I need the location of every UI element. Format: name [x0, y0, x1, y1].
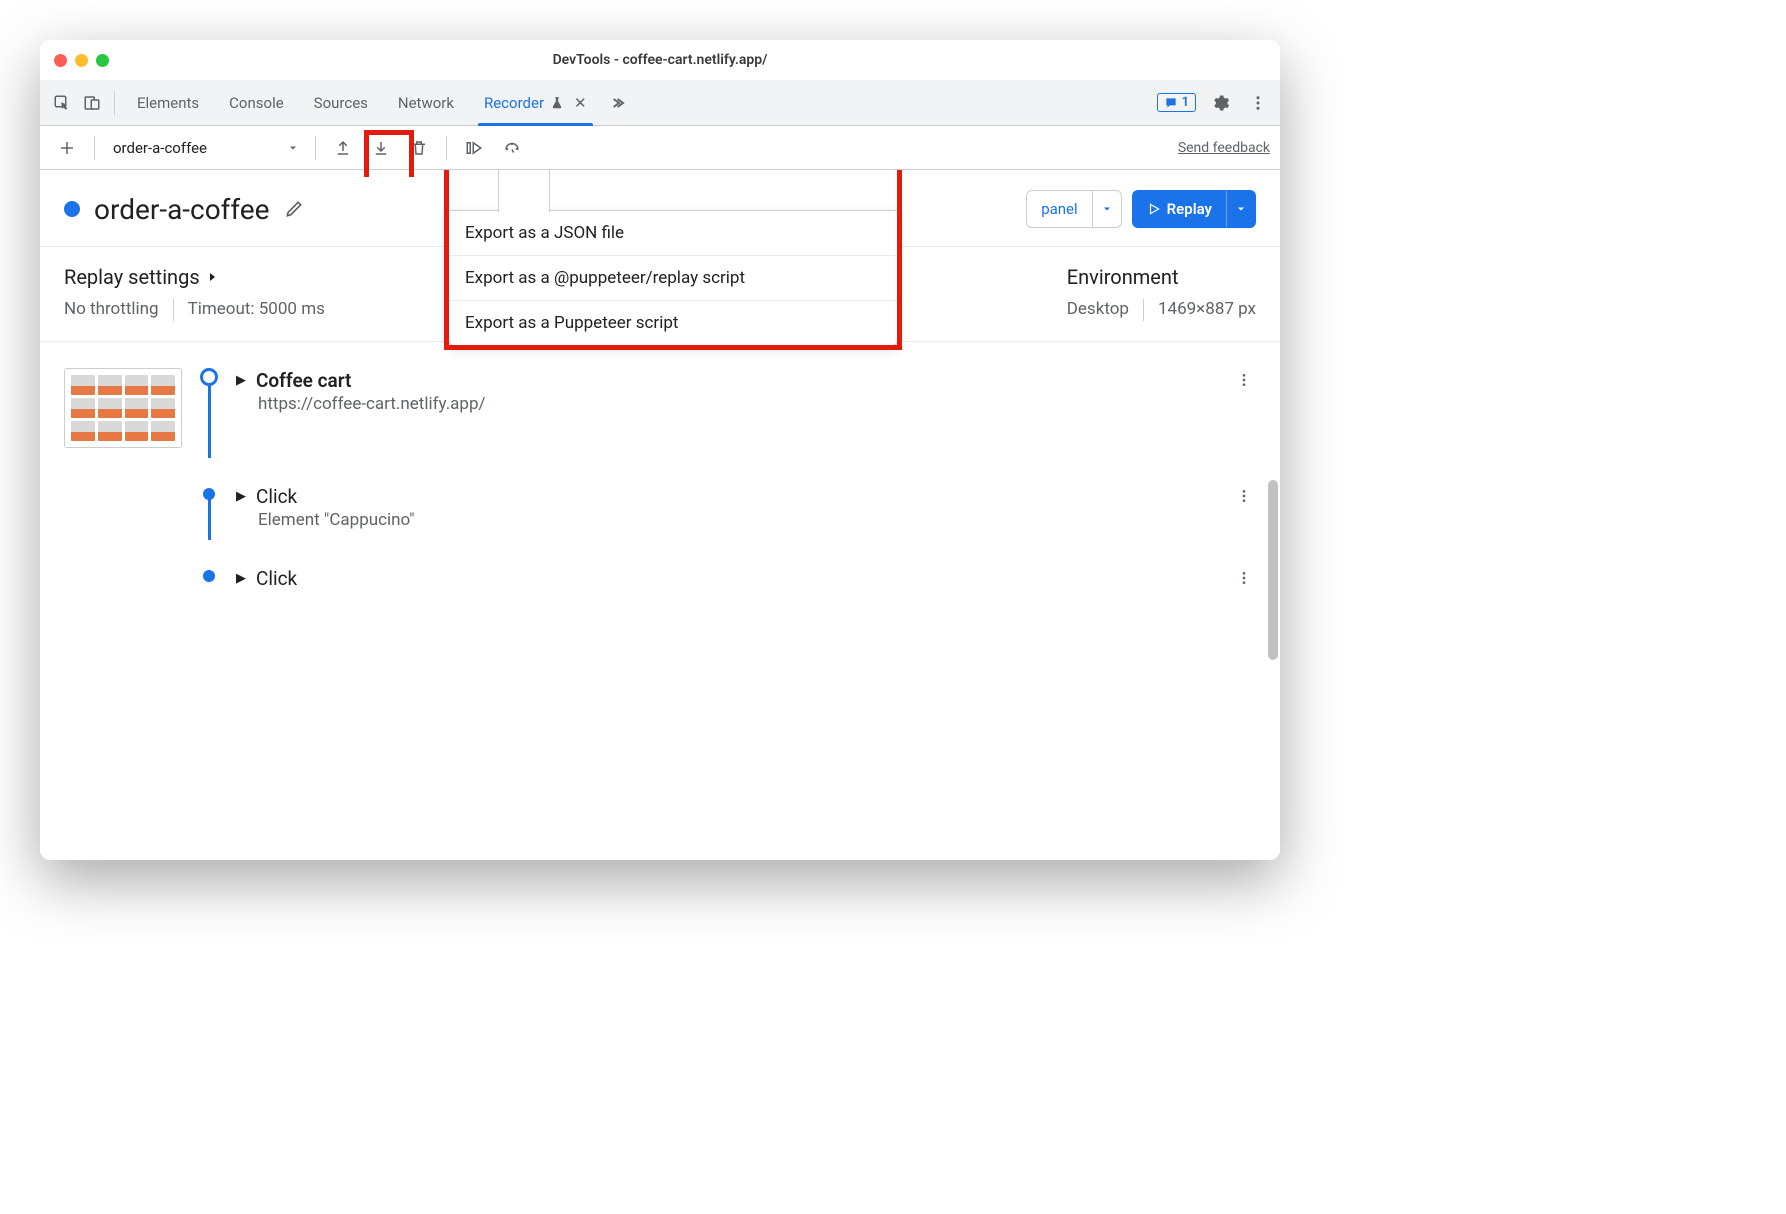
step-subtitle: https://coffee-cart.netlify.app/ — [258, 394, 1256, 414]
divider — [446, 136, 447, 160]
recording-select-value: order-a-coffee — [113, 139, 207, 157]
close-tab-icon[interactable]: ✕ — [574, 94, 587, 112]
play-icon — [1147, 202, 1161, 216]
recorder-toolbar: order-a-coffee Send feedback — [40, 126, 1280, 170]
chevron-right-icon — [206, 271, 218, 283]
timeline — [200, 566, 218, 590]
timeline-marker-icon — [200, 368, 218, 386]
chat-icon — [1164, 96, 1178, 110]
caret-right-icon: ▶ — [236, 571, 246, 586]
issues-count: 1 — [1182, 95, 1189, 110]
replay-settings-section: Replay settings No throttling Timeout: 5… — [64, 265, 325, 321]
inspect-element-icon[interactable] — [48, 89, 76, 117]
step-button[interactable] — [457, 133, 491, 163]
divider — [315, 136, 316, 160]
traffic-lights — [54, 54, 109, 67]
tab-label: Console — [229, 94, 284, 112]
replay-split-button[interactable]: Replay — [1132, 190, 1256, 228]
tab-recorder[interactable]: Recorder ✕ — [470, 80, 601, 126]
step-title: Click — [256, 567, 297, 590]
recording-indicator-icon — [64, 201, 80, 217]
step-row: ▶ Click Element "Cappucino" — [64, 484, 1256, 566]
divider — [173, 299, 174, 321]
device-toolbar-icon[interactable] — [78, 89, 106, 117]
recording-select[interactable]: order-a-coffee — [105, 133, 305, 163]
divider — [114, 91, 115, 115]
tab-label: Network — [398, 94, 454, 112]
close-window-button[interactable] — [54, 54, 67, 67]
step-header[interactable]: ▶ Click — [236, 566, 1256, 590]
panel-split-button[interactable]: panel — [1026, 190, 1121, 228]
more-tabs-icon[interactable] — [603, 89, 631, 117]
recorder-content: order-a-coffee panel Replay — [40, 170, 1280, 860]
scrollbar-thumb[interactable] — [1268, 480, 1278, 660]
step-subtitle: Element "Cappucino" — [258, 510, 1256, 530]
export-dropdown: Export as a JSON file Export as a @puppe… — [448, 210, 898, 346]
menu-item-export-puppeteer[interactable]: Export as a Puppeteer script — [449, 301, 897, 345]
window-title: DevTools - coffee-cart.netlify.app/ — [40, 52, 1280, 68]
replay-settings-heading[interactable]: Replay settings — [64, 265, 325, 289]
timeout-value: Timeout: 5000 ms — [188, 299, 325, 321]
step-menu-button[interactable] — [1232, 566, 1256, 590]
caret-right-icon: ▶ — [236, 489, 246, 504]
step-thumbnail[interactable] — [64, 368, 182, 448]
titlebar: DevTools - coffee-cart.netlify.app/ — [40, 40, 1280, 80]
recording-title: order-a-coffee — [94, 193, 270, 226]
tab-console[interactable]: Console — [215, 80, 298, 126]
panel-button-main[interactable]: panel — [1027, 191, 1091, 227]
chevron-down-icon — [287, 142, 299, 154]
tab-label: Sources — [314, 94, 368, 112]
tab-elements[interactable]: Elements — [123, 80, 213, 126]
menu-item-export-puppeteer-replay[interactable]: Export as a @puppeteer/replay script — [449, 256, 897, 301]
step-header[interactable]: ▶ Click — [236, 484, 1256, 508]
minimize-window-button[interactable] — [75, 54, 88, 67]
menu-item-export-json[interactable]: Export as a JSON file — [449, 211, 897, 256]
timeline — [200, 484, 218, 530]
steps-list: ▶ Coffee cart https://coffee-cart.netlif… — [40, 342, 1280, 860]
kebab-menu-icon[interactable] — [1244, 89, 1272, 117]
tab-sources[interactable]: Sources — [300, 80, 382, 126]
timeline-marker-icon — [203, 488, 215, 500]
tab-label: Recorder — [484, 94, 544, 112]
dimensions-value: 1469×887 px — [1158, 299, 1256, 321]
step-row: ▶ Coffee cart https://coffee-cart.netlif… — [64, 368, 1256, 484]
send-feedback-link[interactable]: Send feedback — [1178, 140, 1270, 156]
new-recording-button[interactable] — [50, 133, 84, 163]
tab-network[interactable]: Network — [384, 80, 468, 126]
settings-icon[interactable] — [1206, 89, 1234, 117]
replay-button-main[interactable]: Replay — [1133, 191, 1226, 227]
environment-section: Environment Desktop 1469×887 px — [1067, 265, 1256, 321]
timeline — [200, 368, 218, 448]
caret-down-icon — [1235, 203, 1247, 215]
divider — [94, 136, 95, 160]
step-header[interactable]: ▶ Coffee cart — [236, 368, 1256, 392]
tab-label: Elements — [137, 94, 199, 112]
step-title: Click — [256, 485, 297, 508]
devtools-window: DevTools - coffee-cart.netlify.app/ Elem… — [40, 40, 1280, 860]
step-menu-button[interactable] — [1232, 368, 1256, 392]
caret-down-icon — [1101, 203, 1113, 215]
issues-badge[interactable]: 1 — [1157, 93, 1196, 112]
edit-title-button[interactable] — [284, 199, 304, 219]
timeline-marker-icon — [203, 570, 215, 582]
step-menu-button[interactable] — [1232, 484, 1256, 508]
panel-button-dropdown[interactable] — [1092, 191, 1121, 227]
throttling-value: No throttling — [64, 299, 159, 321]
devtools-tabbar: Elements Console Sources Network Recorde… — [40, 80, 1280, 126]
import-button[interactable] — [326, 133, 360, 163]
replay-button-dropdown[interactable] — [1226, 191, 1255, 227]
environment-heading: Environment — [1067, 265, 1256, 289]
maximize-window-button[interactable] — [96, 54, 109, 67]
caret-right-icon: ▶ — [236, 373, 246, 388]
divider — [1143, 299, 1144, 321]
step-row: ▶ Click — [64, 566, 1256, 626]
device-value: Desktop — [1067, 299, 1129, 321]
replay-speed-button[interactable] — [495, 133, 529, 163]
step-title: Coffee cart — [256, 369, 351, 392]
export-button[interactable] — [364, 133, 398, 163]
flask-icon — [550, 96, 564, 110]
